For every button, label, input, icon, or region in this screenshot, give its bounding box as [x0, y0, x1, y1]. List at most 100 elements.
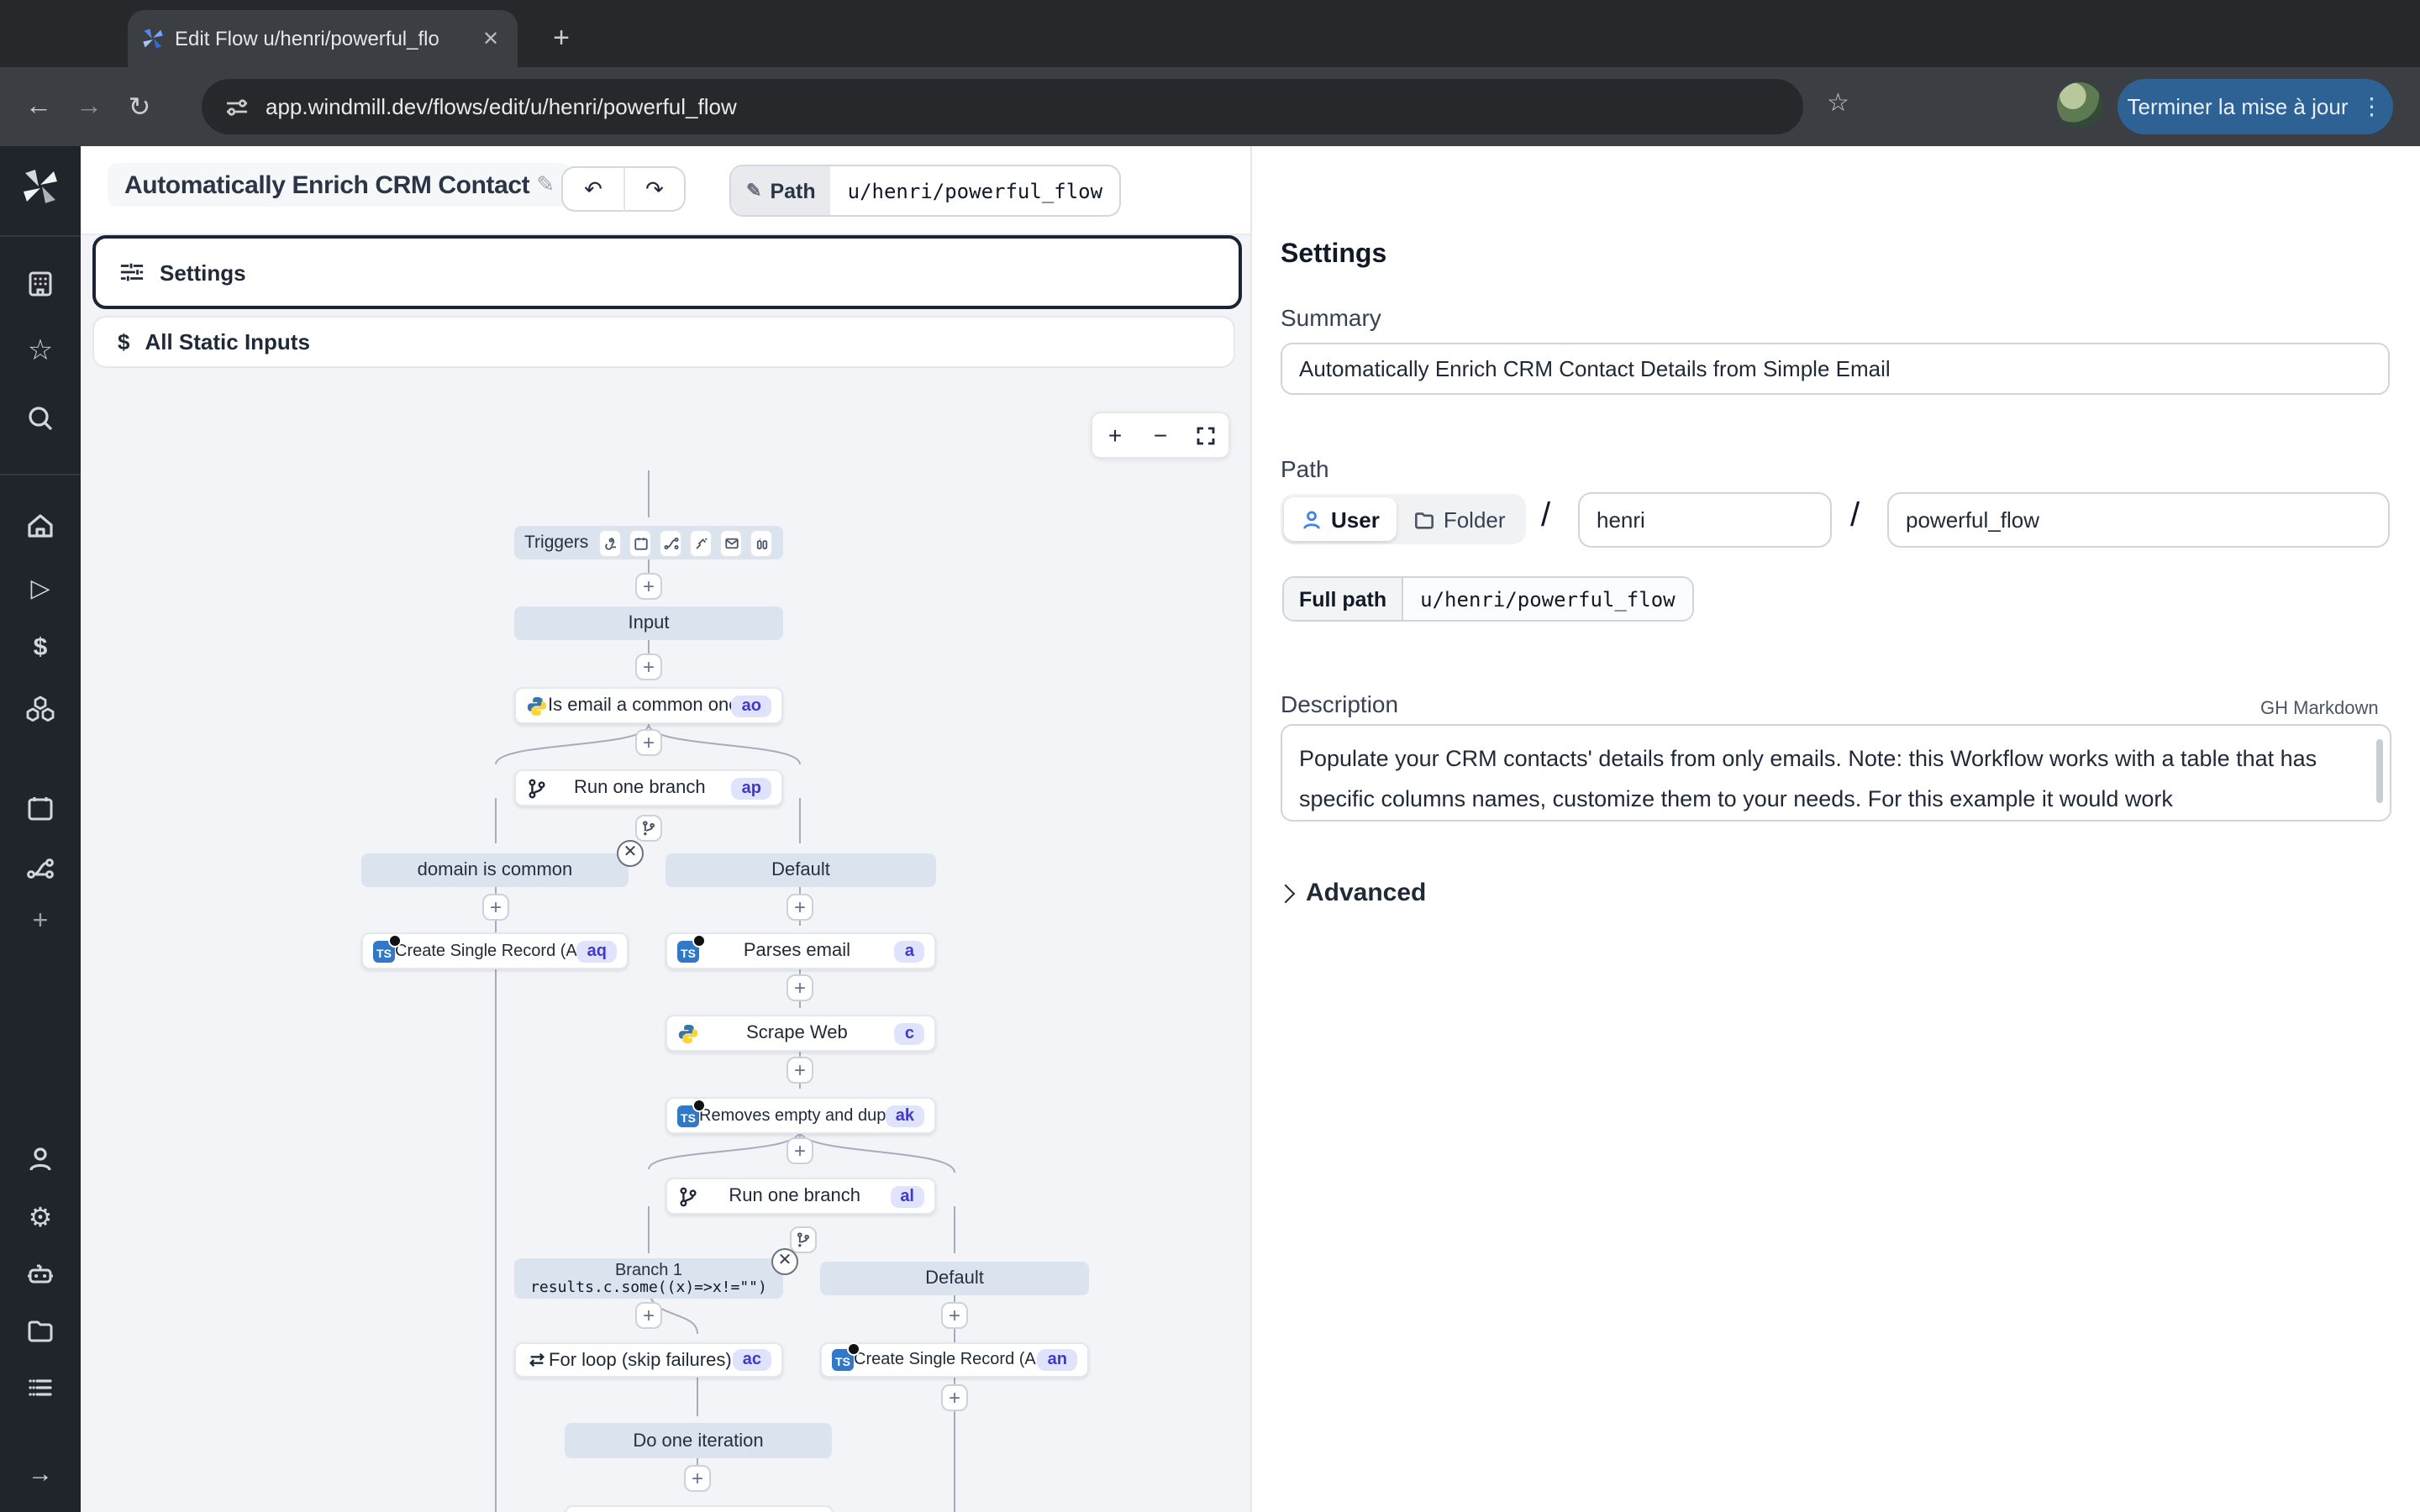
step-node-create-record-1[interactable]: TS Create Single Record (Airtable) aq: [361, 932, 629, 969]
workspace-icon[interactable]: [0, 269, 81, 299]
users-person-icon[interactable]: [0, 1144, 81, 1174]
textarea-scrollbar[interactable]: [2376, 739, 2383, 803]
path-chip-value: u/henri/powerful_flow: [831, 166, 1119, 215]
zoom-out-button[interactable]: −: [1138, 413, 1183, 457]
reload-icon[interactable]: ↻: [114, 90, 165, 123]
zoom-in-button[interactable]: +: [1092, 413, 1138, 457]
summary-input[interactable]: [1281, 343, 2390, 395]
add-step-button[interactable]: [482, 894, 509, 921]
browser-tab[interactable]: Edit Flow u/henri/powerful_flo ✕: [128, 10, 518, 67]
typescript-deno-icon: TS: [373, 940, 395, 962]
step-node-removes-empty[interactable]: TS Removes empty and duplicates ak: [666, 1097, 936, 1134]
edit-title-pencil-icon[interactable]: ✎: [536, 171, 555, 198]
flow-name-input[interactable]: [1887, 492, 2390, 548]
step-label: For loop (skip failures): [548, 1350, 733, 1370]
branch-header-default-1[interactable]: Default: [666, 853, 936, 887]
folders-icon[interactable]: [0, 1315, 81, 1346]
description-textarea[interactable]: Populate your CRM contacts' details from…: [1282, 726, 2390, 820]
poll-trigger-icon[interactable]: [750, 528, 773, 557]
owner-input[interactable]: [1578, 492, 1832, 548]
new-tab-button[interactable]: +: [541, 18, 581, 59]
add-step-button[interactable]: [635, 573, 662, 600]
chrome-menu-kebab-icon[interactable]: ⋮: [2360, 92, 2384, 121]
forward-icon[interactable]: →: [64, 92, 114, 122]
home-icon[interactable]: [0, 511, 81, 541]
tab-close-icon[interactable]: ✕: [477, 25, 504, 52]
add-step-button[interactable]: [635, 729, 662, 756]
resources-cubes-icon[interactable]: [0, 694, 81, 724]
step-node-scrape-web[interactable]: Scrape Web c: [666, 1015, 936, 1052]
webhook-trigger-icon[interactable]: [598, 528, 622, 557]
chevron-right-icon: [1276, 884, 1296, 903]
fullscreen-icon: [1197, 426, 1215, 444]
remove-branch-button[interactable]: [617, 840, 644, 867]
fit-view-button[interactable]: [1183, 413, 1228, 457]
flow-title-text: Automatically Enrich CRM Contact: [124, 171, 529, 199]
step-node-run-one-branch-1[interactable]: Run one branch ap: [514, 769, 783, 806]
add-step-button[interactable]: [684, 1465, 711, 1492]
folder-toggle-button[interactable]: Folder: [1397, 497, 1523, 541]
bookmark-star-icon[interactable]: ☆: [1827, 87, 1849, 118]
add-step-button[interactable]: [786, 894, 813, 921]
site-settings-icon[interactable]: [225, 95, 249, 118]
branch-header-default-2[interactable]: Default: [820, 1262, 1089, 1295]
step-id-badge: aq: [577, 940, 617, 962]
step-node-is-email[interactable]: Is email a common one? ao: [514, 687, 783, 724]
add-branch-button[interactable]: [790, 1226, 817, 1253]
step-label: Parses email: [699, 941, 895, 961]
triggers-bar[interactable]: Triggers: [514, 526, 783, 559]
chrome-update-button[interactable]: Terminer la mise à jour ⋮: [2118, 79, 2393, 134]
step-node-create-record-2[interactable]: TS Create Single Record (Airtable) an: [820, 1342, 1089, 1378]
settings-gear-icon[interactable]: ⚙: [0, 1201, 81, 1235]
remove-branch-button[interactable]: [771, 1248, 798, 1275]
advanced-section-toggle[interactable]: Advanced: [1279, 879, 1426, 907]
schedules-calendar-icon[interactable]: [0, 793, 81, 823]
tab-title-fade: [434, 27, 477, 50]
route-trigger-icon[interactable]: [659, 528, 682, 557]
websocket-trigger-icon[interactable]: [689, 528, 713, 557]
description-field-wrapper: Populate your CRM contacts' details from…: [1281, 724, 2391, 822]
header-path-chip[interactable]: ✎ Path u/henri/powerful_flow: [729, 165, 1121, 217]
favorites-star-icon[interactable]: ☆: [0, 334, 81, 368]
step-node-run-one-branch-2[interactable]: Run one branch al: [666, 1178, 936, 1215]
add-step-button[interactable]: [941, 1302, 968, 1329]
flow-title[interactable]: Automatically Enrich CRM Contact ✎: [108, 163, 571, 207]
step-node-for-loop[interactable]: For loop (skip failures) ac: [514, 1342, 783, 1378]
add-step-button[interactable]: [635, 1302, 662, 1329]
do-one-iteration-node[interactable]: Do one iteration: [565, 1423, 832, 1458]
add-step-button[interactable]: [786, 1057, 813, 1084]
add-step-button[interactable]: [635, 654, 662, 680]
redo-button[interactable]: ↷: [623, 166, 686, 212]
branch-header-domain-is-common[interactable]: domain is common: [361, 853, 629, 887]
variables-dollar-icon[interactable]: $: [0, 633, 81, 662]
schedule-trigger-icon[interactable]: [629, 528, 652, 557]
expand-sidebar-arrow-icon[interactable]: →: [0, 1460, 81, 1488]
owner-kind-toggle: User Folder: [1281, 494, 1526, 544]
logs-list-icon[interactable]: [0, 1373, 81, 1403]
workers-robot-icon[interactable]: [0, 1258, 81, 1289]
input-node[interactable]: Input: [514, 606, 783, 640]
step-node-openai[interactable]: ✻ Open AI to tell if relevant result ae: [565, 1505, 834, 1512]
add-step-button[interactable]: [786, 974, 813, 1001]
step-label: Run one branch: [699, 1186, 890, 1206]
path-pencil-icon: ✎: [746, 180, 761, 202]
add-step-button[interactable]: [941, 1384, 968, 1411]
branch-label: Default: [925, 1268, 984, 1289]
email-trigger-icon[interactable]: [719, 528, 743, 557]
user-toggle-button[interactable]: User: [1284, 497, 1397, 541]
add-step-button[interactable]: [786, 1137, 813, 1164]
undo-button[interactable]: ↶: [561, 166, 623, 212]
full-path-chip: Full path u/henri/powerful_flow: [1282, 576, 1694, 622]
routes-icon[interactable]: [0, 853, 81, 884]
back-icon[interactable]: ←: [13, 92, 64, 122]
add-branch-button[interactable]: [635, 815, 662, 842]
url-bar[interactable]: app.windmill.dev/flows/edit/u/henri/powe…: [202, 79, 1803, 134]
search-icon[interactable]: [0, 403, 81, 433]
runs-play-icon[interactable]: ▷: [0, 573, 81, 603]
profile-avatar[interactable]: [2057, 82, 2102, 128]
add-item-plus-icon[interactable]: +: [0, 907, 81, 937]
step-id-badge: c: [895, 1022, 924, 1044]
windmill-logo[interactable]: [0, 166, 81, 207]
step-node-parses-email[interactable]: TS Parses email a: [666, 932, 936, 969]
branch-header-branch-1[interactable]: Branch 1 results.c.some((x)=>x!=""): [514, 1258, 783, 1299]
